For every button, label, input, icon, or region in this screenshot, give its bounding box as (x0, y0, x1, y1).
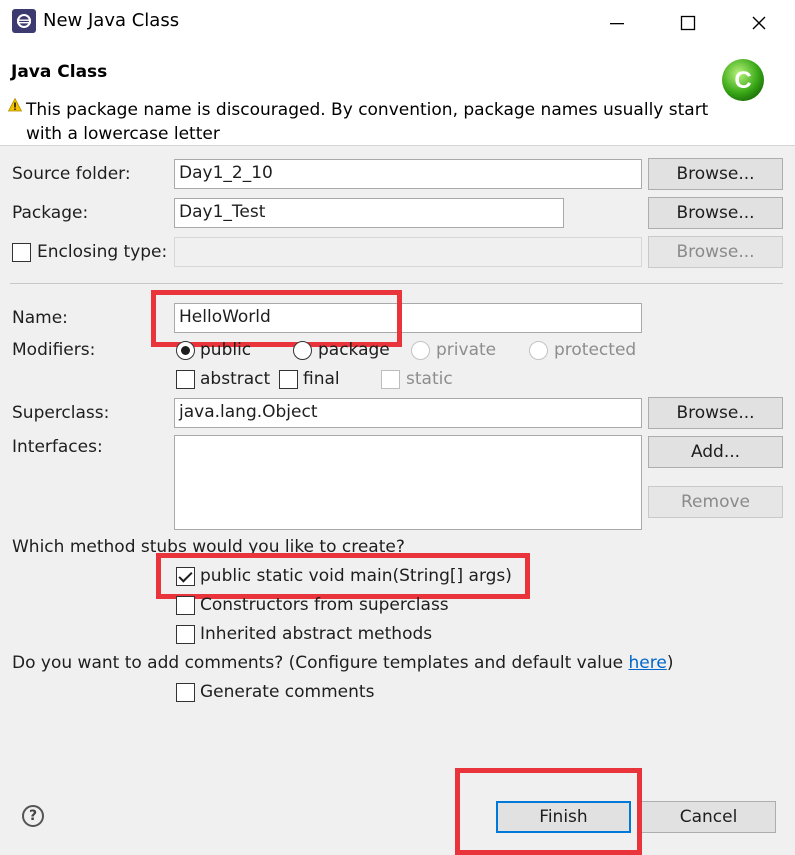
protected-radio[interactable] (529, 341, 548, 360)
eclipse-icon (12, 9, 36, 33)
package-label: Package: (12, 203, 89, 223)
protected-label: protected (554, 340, 637, 360)
enclosing-type-browse-button[interactable]: Browse... (648, 236, 783, 268)
interfaces-add-button[interactable]: Add... (648, 436, 783, 468)
warning-icon (8, 98, 22, 112)
maximize-button[interactable] (671, 6, 705, 40)
public-label: public (200, 340, 252, 360)
final-checkbox[interactable] (279, 370, 298, 389)
public-radio[interactable] (176, 341, 195, 360)
warning-message: This package name is discouraged. By con… (26, 100, 709, 144)
modifiers-label: Modifiers: (12, 340, 96, 360)
package-browse-button[interactable]: Browse... (648, 197, 783, 229)
main-method-highlight-box (156, 553, 530, 599)
comments-question: Do you want to add comments? (Configure … (12, 653, 673, 673)
source-folder-input[interactable]: Day1_2_10 (174, 159, 642, 189)
comments-question-suffix: ) (666, 653, 674, 673)
static-label: static (406, 369, 453, 389)
help-icon[interactable]: ? (22, 805, 44, 827)
inherited-methods-label: Inherited abstract methods (200, 624, 433, 644)
interfaces-list[interactable] (174, 435, 642, 530)
superclass-input[interactable]: java.lang.Object (174, 398, 642, 428)
name-highlight-box (151, 290, 402, 347)
static-checkbox[interactable] (381, 370, 400, 389)
inherited-methods-checkbox[interactable] (176, 625, 195, 644)
source-folder-label: Source folder: (12, 164, 131, 184)
enclosing-type-input[interactable] (174, 237, 642, 267)
source-folder-browse-button[interactable]: Browse... (648, 158, 783, 190)
generate-comments-checkbox[interactable] (176, 683, 195, 702)
window-title: New Java Class (43, 10, 180, 31)
constructors-label: Constructors from superclass (200, 595, 449, 615)
superclass-label: Superclass: (12, 403, 110, 423)
separator (10, 283, 783, 284)
private-label: private (436, 340, 497, 360)
interfaces-remove-button[interactable]: Remove (648, 486, 783, 518)
final-label: final (303, 369, 340, 389)
configure-templates-link[interactable]: here (629, 653, 667, 673)
close-button[interactable] (742, 6, 776, 40)
package-radio[interactable] (293, 341, 312, 360)
abstract-checkbox[interactable] (176, 370, 195, 389)
constructors-checkbox[interactable] (176, 596, 195, 615)
name-label: Name: (12, 308, 68, 328)
close-icon (752, 16, 766, 30)
svg-text:C: C (734, 67, 751, 94)
java-class-icon: C (722, 59, 764, 101)
package-input[interactable]: Day1_Test (174, 198, 564, 228)
cancel-button[interactable]: Cancel (641, 801, 776, 833)
maximize-icon (680, 15, 696, 31)
abstract-label: abstract (200, 369, 271, 389)
comments-question-prefix: Do you want to add comments? (Configure … (12, 653, 629, 673)
interfaces-label: Interfaces: (12, 437, 103, 457)
generate-comments-label: Generate comments (200, 682, 375, 702)
header-title: Java Class (11, 62, 108, 82)
package-modifier-label: package (318, 340, 390, 360)
enclosing-type-checkbox[interactable] (12, 243, 31, 262)
superclass-browse-button[interactable]: Browse... (648, 397, 783, 429)
minimize-icon (610, 23, 624, 25)
enclosing-type-label: Enclosing type: (37, 242, 168, 262)
private-radio[interactable] (411, 341, 430, 360)
finish-highlight-box (455, 768, 642, 855)
minimize-button[interactable] (600, 6, 634, 40)
